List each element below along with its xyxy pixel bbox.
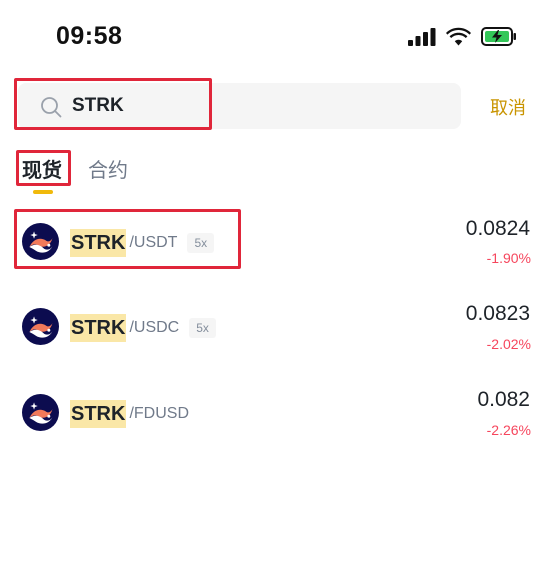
result-row[interactable]: STRK /USDC 5x 0.0823 -2.02%	[0, 286, 555, 372]
result-row[interactable]: STRK /USDT 5x 0.0824 -1.90%	[0, 200, 555, 286]
wifi-icon	[446, 27, 471, 46]
pair-base: STRK	[70, 229, 127, 257]
cancel-button[interactable]: 取消	[490, 94, 526, 120]
battery-charging-icon	[481, 27, 516, 46]
last-price: 0.082	[477, 388, 530, 411]
market-tabs: 现货 合约	[0, 148, 555, 198]
leverage-badge: 5x	[187, 233, 215, 253]
pair-quote: /USDT	[129, 234, 178, 251]
price-change: -1.90%	[486, 250, 531, 266]
price-change: -2.26%	[486, 422, 531, 438]
active-tab-indicator	[33, 190, 53, 194]
starknet-logo-icon	[22, 223, 59, 260]
pair-quote: /FDUSD	[129, 405, 190, 422]
pair-base: STRK	[70, 314, 127, 342]
search-icon	[41, 97, 62, 118]
signal-icon	[408, 27, 436, 46]
search-row: 取消	[0, 78, 555, 134]
starknet-logo-icon	[22, 394, 59, 431]
result-row[interactable]: STRK /FDUSD 0.082 -2.26%	[0, 372, 555, 458]
status-icons	[408, 27, 517, 46]
tab-contract[interactable]: 合约	[88, 154, 128, 183]
status-bar: 09:58	[0, 0, 555, 70]
status-time: 09:58	[56, 22, 123, 50]
search-box[interactable]	[18, 83, 461, 129]
price-change: -2.02%	[486, 336, 531, 352]
search-input[interactable]	[72, 91, 372, 121]
leverage-badge: 5x	[189, 318, 216, 338]
last-price: 0.0823	[465, 302, 530, 325]
trading-pair: STRK /USDC 5x	[70, 314, 216, 342]
trading-pair: STRK /USDT 5x	[70, 229, 215, 257]
trading-pair: STRK /FDUSD	[70, 400, 189, 428]
pair-base: STRK	[70, 400, 127, 428]
starknet-logo-icon	[22, 308, 59, 345]
tab-spot[interactable]: 现货	[22, 154, 62, 183]
last-price: 0.0824	[465, 217, 530, 240]
pair-quote: /USDC	[129, 319, 180, 336]
